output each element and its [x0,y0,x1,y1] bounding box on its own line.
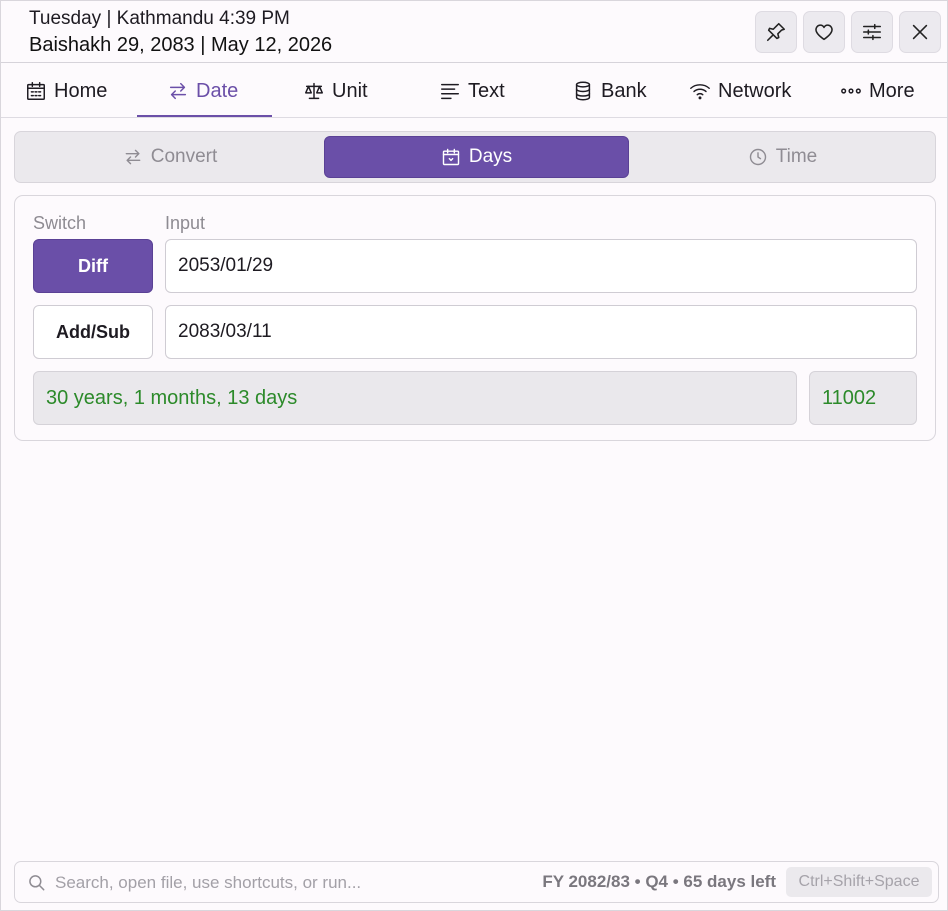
scale-icon [305,82,323,100]
tab-home-label: Home [54,79,108,102]
shortcut-hint: Ctrl+Shift+Space [786,867,932,897]
date-subtabs: Convert Days Time [14,131,936,183]
tab-network-label: Network [718,79,792,102]
tab-date[interactable]: Date [167,64,238,118]
tab-bank-label: Bank [601,79,647,102]
swap-icon [169,82,187,100]
subtab-convert[interactable]: Convert [19,136,321,178]
main-nav: Home Date Unit Text Bank Network More [1,64,947,118]
bottom-search-bar: FY 2082/83 • Q4 • 65 days left Ctrl+Shif… [14,861,939,903]
pin-button[interactable] [755,11,797,53]
text-lines-icon [441,83,459,100]
input-label: Input [165,213,206,233]
switch-label: Switch [33,213,87,233]
date2-input[interactable] [165,305,917,359]
wifi-icon [690,84,710,100]
tab-date-label: Date [196,79,239,102]
swap-icon [125,149,141,165]
more-dots-icon [841,88,861,94]
result-duration: 30 years, 1 months, 13 days [33,371,797,425]
header-date: Baishakh 29, 2083 | May 12, 2026 [29,34,333,56]
tab-home[interactable]: Home [25,64,107,118]
subtab-days-label: Days [468,146,513,167]
header-day-location-time: Tuesday | Kathmandu 4:39 PM [29,8,290,29]
fiscal-year-info: FY 2082/83 • Q4 • 65 days left [542,872,776,891]
subtab-days[interactable]: Days [324,136,629,178]
calendar-icon [442,148,460,166]
subtab-convert-label: Convert [150,146,218,167]
addsub-button[interactable]: Add/Sub [33,305,153,359]
tab-network[interactable]: Network [689,64,791,118]
active-tab-indicator [137,115,272,117]
clock-icon [749,148,766,166]
settings-button[interactable] [851,11,893,53]
sliders-icon [862,23,882,41]
tab-bank[interactable]: Bank [572,64,647,118]
tab-unit-label: Unit [332,79,368,102]
search-icon [27,873,47,893]
tab-text-label: Text [468,79,505,102]
header: Tuesday | Kathmandu 4:39 PM Baishakh 29,… [1,1,947,63]
date1-input[interactable] [165,239,917,293]
tab-text[interactable]: Text [439,64,505,118]
days-card: Switch Input Diff Add/Sub 30 years, 1 mo… [14,195,936,441]
close-button[interactable] [899,11,941,53]
result-days-count: 11002 [809,371,917,425]
calendar-icon [27,82,45,100]
tab-more[interactable]: More [840,64,915,118]
heart-icon [815,24,833,41]
favorite-button[interactable] [803,11,845,53]
app-window: Tuesday | Kathmandu 4:39 PM Baishakh 29,… [0,0,948,911]
header-buttons [755,11,941,53]
database-icon [575,81,591,101]
diff-button[interactable]: Diff [33,239,153,293]
subtab-time-label: Time [775,146,818,167]
tab-unit[interactable]: Unit [303,64,368,118]
subtab-time[interactable]: Time [632,136,933,178]
pin-icon [766,22,786,42]
search-input[interactable] [55,868,515,898]
tab-more-label: More [869,79,915,102]
close-icon [912,24,928,40]
